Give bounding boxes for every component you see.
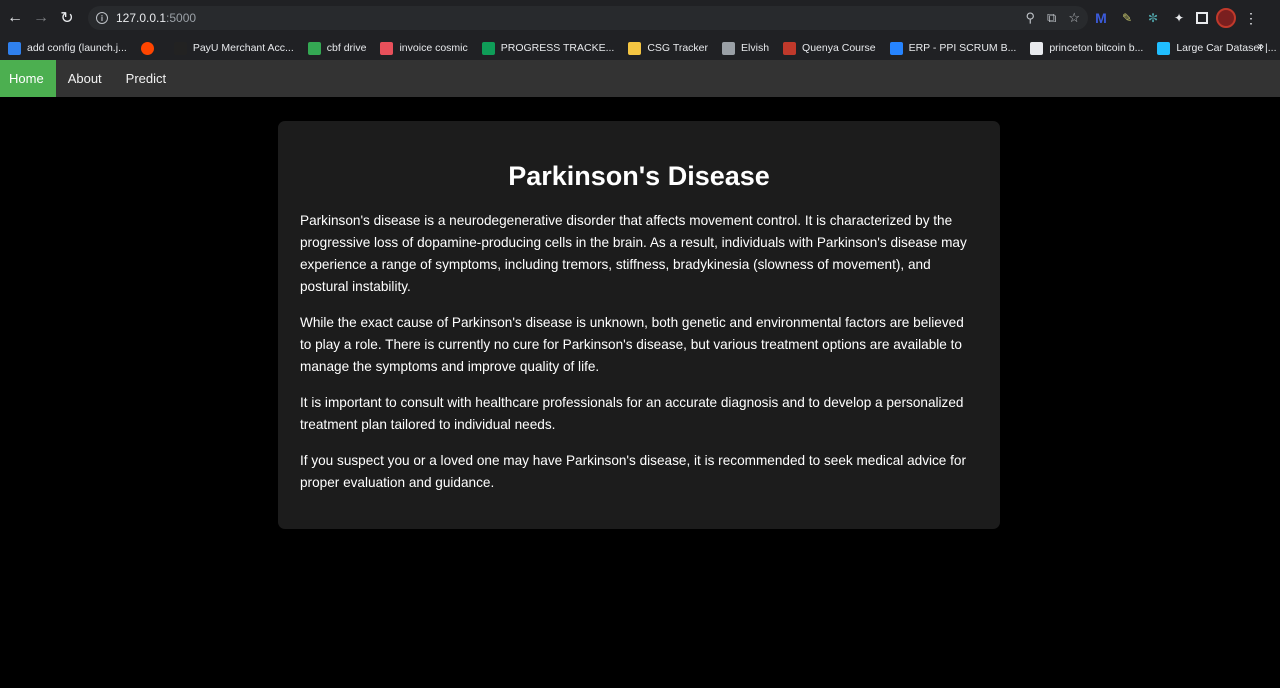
nav-home-link[interactable]: Home: [0, 60, 56, 97]
info-card: Parkinson's Disease Parkinson's disease …: [278, 121, 1000, 529]
top-navigation: Home About Predict: [0, 60, 1280, 97]
google-drive-icon: [307, 41, 321, 55]
paragraph-consult: It is important to consult with healthca…: [300, 395, 964, 432]
bookmarks-bar: add config (launch.j... PayU Merchant Acc…: [0, 36, 1280, 60]
side-panel-icon[interactable]: [1196, 12, 1208, 24]
bookmark-item[interactable]: ERP - PPI SCRUM B...: [889, 41, 1017, 55]
bookmark-item[interactable]: princeton bitcoin b...: [1030, 41, 1144, 55]
bookmark-label: CSG Tracker: [647, 42, 709, 54]
bookmarks-overflow-icon[interactable]: »: [1257, 39, 1264, 53]
bookmark-item[interactable]: [140, 41, 160, 55]
bookmark-label: ERP - PPI SCRUM B...: [908, 42, 1017, 54]
bookmark-item[interactable]: CSG Tracker: [628, 41, 709, 55]
extension-pen-icon[interactable]: ✎: [1118, 9, 1136, 27]
bookmark-item[interactable]: cbf drive: [307, 41, 367, 55]
bookmark-item[interactable]: Quenya Course: [783, 41, 876, 55]
forward-icon[interactable]: →: [28, 5, 54, 31]
jira-icon: [889, 41, 903, 55]
bookmark-label: PROGRESS TRACKE...: [500, 42, 615, 54]
back-icon[interactable]: ←: [2, 5, 28, 31]
browser-toolbar: ← → ↻ i 127.0.0.1:5000 ⚲ ⧉ ☆ M ✎ ✼ ✦ ⋮: [0, 0, 1280, 36]
bookmark-item[interactable]: add config (launch.j...: [8, 41, 127, 55]
nav-predict-link[interactable]: Predict: [114, 60, 178, 97]
vscode-icon: [8, 41, 21, 55]
bookmark-item[interactable]: Elvish: [722, 41, 770, 55]
url-host: 127.0.0.1: [116, 11, 167, 25]
globe-icon: [1030, 41, 1044, 55]
reload-icon[interactable]: ↻: [54, 5, 80, 31]
url-port: :5000: [166, 11, 197, 25]
page-title: Parkinson's Disease: [508, 161, 770, 191]
bookmark-label: invoice cosmic: [399, 42, 468, 54]
nav-about-link[interactable]: About: [56, 60, 114, 97]
kaggle-icon: [1157, 41, 1171, 55]
bookmark-item[interactable]: PayU Merchant Acc...: [173, 41, 294, 55]
profile-avatar[interactable]: [1216, 8, 1236, 28]
quenya-icon: [783, 41, 797, 55]
extension-chatgpt-icon[interactable]: ✼: [1144, 9, 1162, 27]
extensions-puzzle-icon[interactable]: ✦: [1170, 9, 1188, 27]
reddit-icon: [140, 41, 154, 55]
share-icon[interactable]: ⧉: [1047, 10, 1056, 26]
payu-icon: [173, 41, 187, 55]
bookmark-label: Quenya Course: [802, 42, 876, 54]
bookmark-label: Elvish: [741, 42, 770, 54]
address-bar[interactable]: i 127.0.0.1:5000 ⚲ ⧉ ☆: [88, 6, 1088, 30]
paragraph-advice: If you suspect you or a loved one may ha…: [300, 453, 967, 490]
bookmark-item[interactable]: invoice cosmic: [380, 41, 468, 55]
bookmark-label: princeton bitcoin b...: [1049, 42, 1144, 54]
bookmark-item[interactable]: PROGRESS TRACKE...: [481, 41, 615, 55]
bookmark-label: PayU Merchant Acc...: [192, 42, 294, 54]
extension-m-icon[interactable]: M: [1092, 9, 1110, 27]
browser-menu-icon[interactable]: ⋮: [1244, 10, 1258, 27]
paragraph-definition: Parkinson's disease is a neurodegenerati…: [300, 213, 967, 294]
bookmark-star-icon[interactable]: ☆: [1068, 10, 1080, 26]
elvish-icon: [722, 41, 736, 55]
cosmic-icon: [380, 41, 394, 55]
page: Home About Predict Parkinson's Disease P…: [0, 60, 1280, 688]
bookmark-label: cbf drive: [326, 42, 367, 54]
keep-icon: [628, 41, 642, 55]
site-info-icon[interactable]: i: [96, 12, 108, 24]
paragraph-cause: While the exact cause of Parkinson's dis…: [300, 315, 964, 374]
zoom-icon[interactable]: ⚲: [1026, 10, 1036, 26]
bookmark-label: add config (launch.j...: [27, 42, 127, 54]
sheets-icon: [481, 41, 495, 55]
